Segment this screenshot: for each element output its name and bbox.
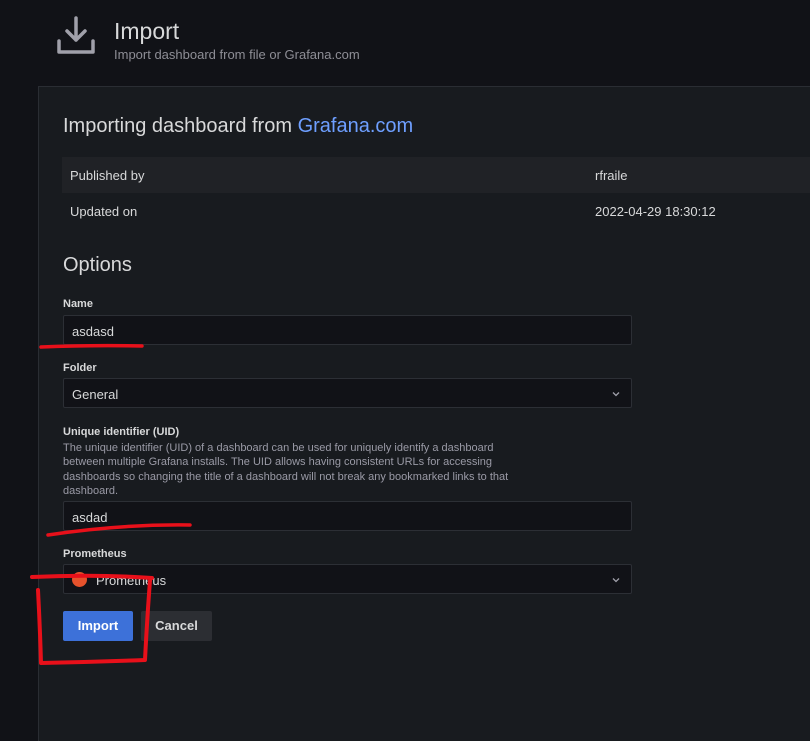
folder-label: Folder xyxy=(63,362,97,374)
chevron-down-icon xyxy=(612,578,620,583)
prometheus-datasource-select[interactable]: Prometheus xyxy=(63,564,632,594)
uid-description: The unique identifier (UID) of a dashboa… xyxy=(63,442,509,497)
name-label: Name xyxy=(63,298,93,310)
prometheus-select-value: Prometheus xyxy=(96,573,167,588)
import-panel: Importing dashboard from Grafana.com Pub… xyxy=(38,86,810,741)
page-header: Import Import dashboard from file or Gra… xyxy=(0,0,810,86)
import-heading-text: Importing dashboard from xyxy=(63,115,298,137)
uid-input[interactable]: asdad xyxy=(63,501,632,531)
info-value: rfraile xyxy=(595,168,628,183)
import-button[interactable]: Import xyxy=(63,611,133,641)
page: Import Import dashboard from file or Gra… xyxy=(0,0,810,741)
prometheus-icon xyxy=(72,572,87,587)
folder-select-value: General xyxy=(72,387,119,402)
download-icon xyxy=(57,16,95,54)
info-row-updated-on: Updated on 2022-04-29 18:30:12 xyxy=(62,193,810,229)
info-label: Updated on xyxy=(70,204,138,219)
info-value: 2022-04-29 18:30:12 xyxy=(595,204,716,219)
page-subtitle: Import dashboard from file or Grafana.co… xyxy=(114,47,360,62)
folder-select[interactable]: General xyxy=(63,378,632,408)
grafana-com-link[interactable]: Grafana.com xyxy=(298,115,414,137)
info-label: Published by xyxy=(70,168,145,183)
dashboard-info-table: Published by rfraile Updated on 2022-04-… xyxy=(62,157,810,229)
cancel-button[interactable]: Cancel xyxy=(141,611,212,641)
name-input[interactable]: asdasd xyxy=(63,315,632,345)
chevron-down-icon xyxy=(612,392,620,397)
prometheus-label: Prometheus xyxy=(63,548,127,560)
info-row-published-by: Published by rfraile xyxy=(62,157,810,193)
import-heading: Importing dashboard from Grafana.com xyxy=(63,115,413,138)
uid-label: Unique identifier (UID) xyxy=(63,426,180,438)
options-heading: Options xyxy=(63,254,132,276)
page-title: Import xyxy=(114,18,180,44)
